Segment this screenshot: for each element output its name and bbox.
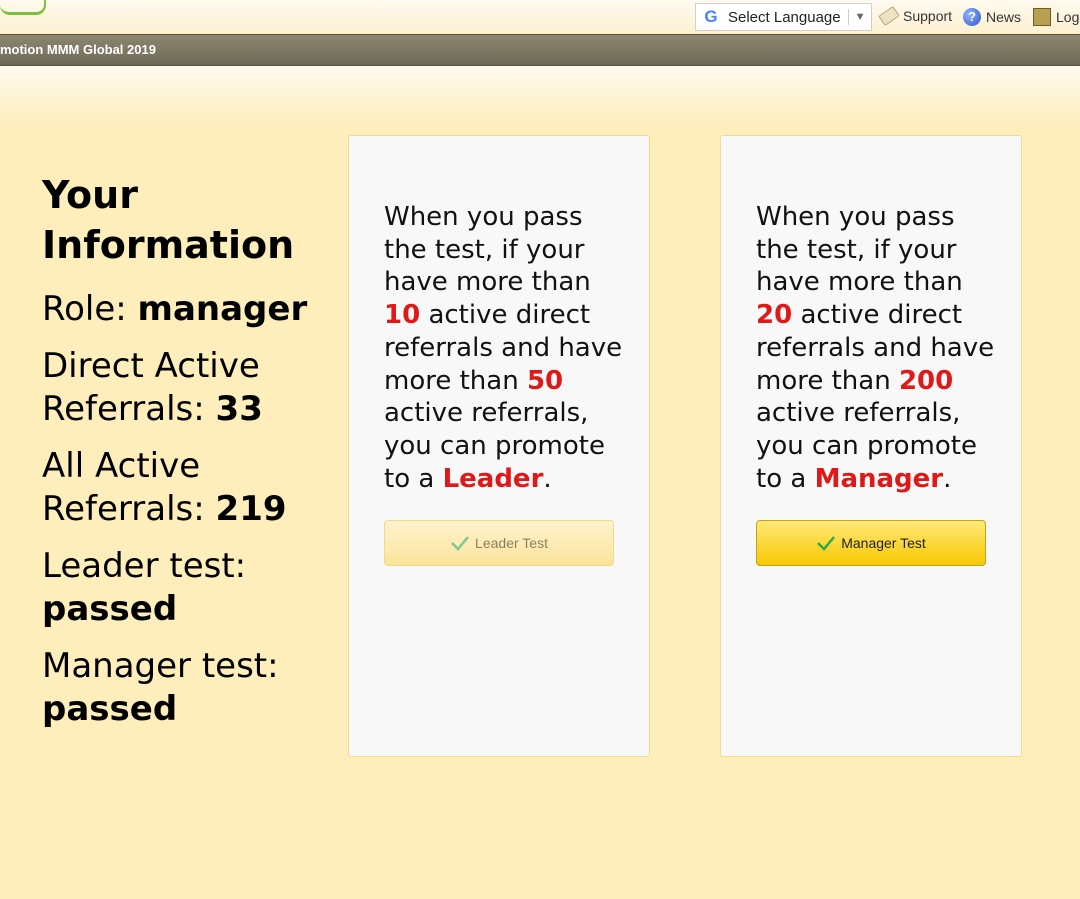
all-referrals-row: All Active Referrals: 219: [42, 445, 332, 531]
logout-door-icon: [1033, 8, 1051, 26]
top-bar: G Select Language ▼ Support ? News Logo: [0, 0, 1080, 33]
total-threshold: 200: [898, 365, 954, 396]
role-row: Role: manager: [42, 288, 332, 331]
banner-title: omotion MMM Global 2019: [0, 42, 156, 57]
site-logo[interactable]: [0, 0, 46, 15]
manager-card: When you pass the test, if your have mor…: [720, 135, 1022, 757]
target-role: Manager: [814, 463, 944, 494]
news-label: News: [986, 9, 1022, 25]
card-text: .: [543, 463, 552, 494]
ticket-icon: [878, 5, 900, 27]
help-circle-icon: ?: [963, 8, 981, 26]
language-label: Select Language: [728, 8, 841, 26]
chevron-down-icon: ▼: [854, 11, 866, 23]
news-link[interactable]: ? News: [963, 8, 1021, 26]
leader-card-text: When you pass the test, if your have mor…: [384, 201, 624, 495]
header-fade: [0, 66, 1080, 128]
card-text: .: [943, 463, 952, 494]
leader-test-value: passed: [42, 589, 178, 629]
role-label: Role:: [42, 289, 138, 329]
check-icon: [451, 536, 470, 551]
card-text: When you pass the test, if your have mor…: [756, 202, 963, 298]
card-text: When you pass the test, if your have mor…: [384, 202, 591, 298]
logout-link[interactable]: Logo: [1033, 8, 1080, 26]
leader-test-button[interactable]: Leader Test: [384, 520, 614, 566]
manager-test-label: Manager test:: [42, 646, 279, 686]
all-referrals-label: All Active Referrals:: [42, 446, 216, 529]
leader-test-row: Leader test: passed: [42, 545, 332, 631]
manager-test-button[interactable]: Manager Test: [756, 520, 986, 566]
support-link[interactable]: Support: [878, 5, 953, 27]
card-text: active direct referrals and have more th…: [384, 300, 623, 396]
divider: [847, 9, 849, 25]
info-title: Your Information: [42, 173, 295, 267]
google-icon: G: [704, 7, 718, 26]
language-selector[interactable]: G Select Language ▼: [695, 3, 872, 31]
manager-test-button-label: Manager Test: [841, 535, 926, 551]
leader-test-button-label: Leader Test: [475, 535, 548, 551]
direct-threshold: 20: [756, 300, 793, 331]
support-label: Support: [903, 8, 953, 24]
your-information-panel: Your Information Role: manager Direct Ac…: [42, 170, 332, 745]
check-icon: [817, 536, 836, 551]
direct-referrals-row: Direct Active Referrals: 33: [42, 345, 332, 431]
manager-card-text: When you pass the test, if your have mor…: [756, 201, 996, 495]
promotion-banner: omotion MMM Global 2019: [0, 34, 1080, 67]
manager-test-row: Manager test: passed: [42, 645, 332, 731]
all-referrals-value: 219: [215, 489, 287, 529]
card-text: active direct referrals and have more th…: [756, 300, 995, 396]
total-threshold: 50: [526, 365, 564, 396]
leader-test-label: Leader test:: [42, 546, 247, 586]
logout-label: Logo: [1056, 9, 1080, 25]
role-value: manager: [137, 289, 308, 329]
manager-test-value: passed: [42, 689, 178, 729]
target-role: Leader: [442, 463, 544, 494]
direct-referrals-value: 33: [215, 389, 263, 429]
direct-threshold: 10: [384, 300, 421, 331]
leader-card: When you pass the test, if your have mor…: [348, 135, 650, 757]
